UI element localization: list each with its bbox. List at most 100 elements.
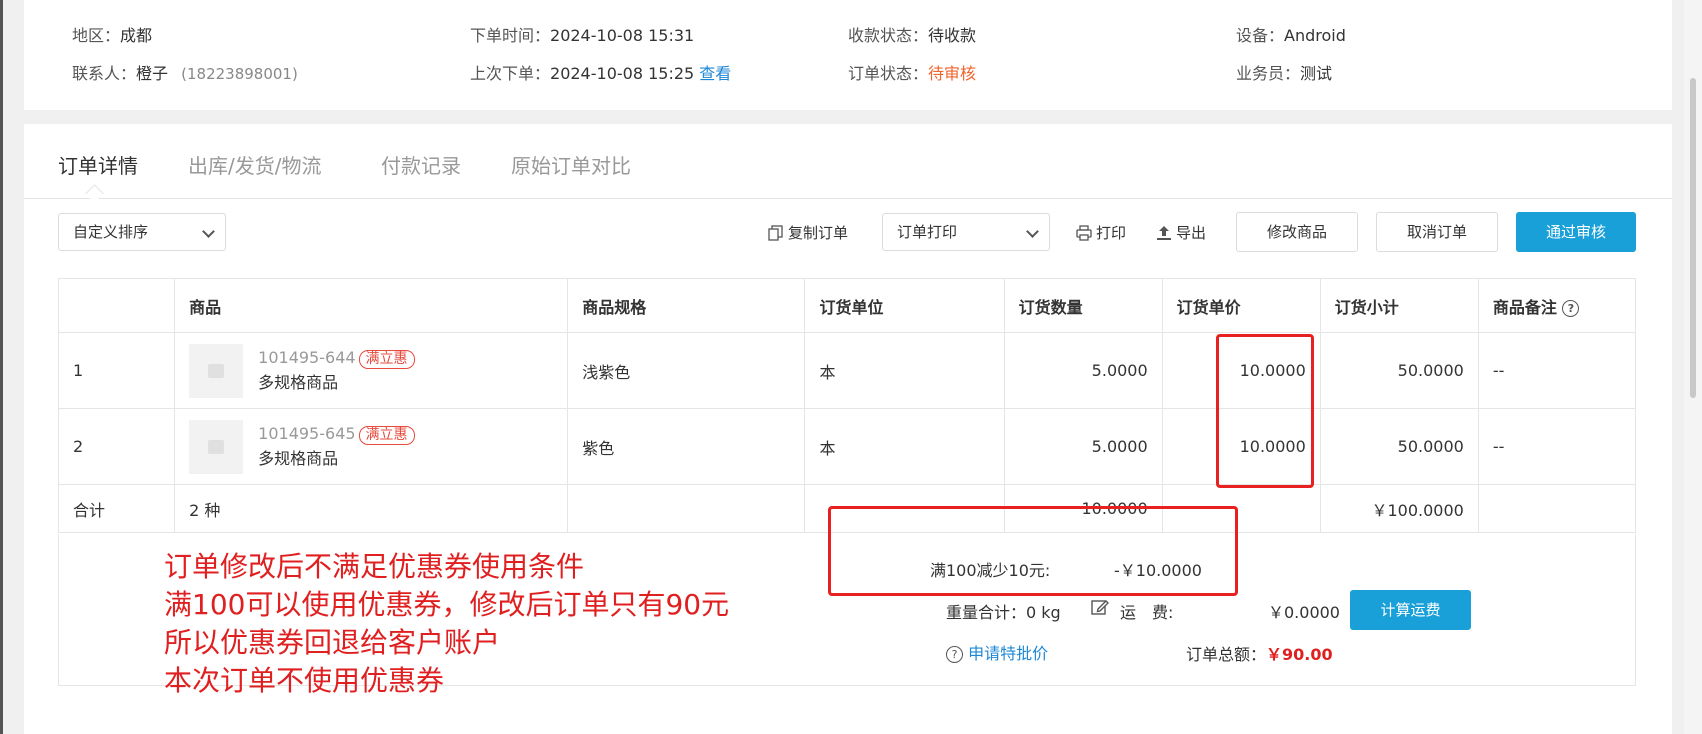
copy-icon [768, 224, 783, 241]
sort-select[interactable]: 自定义排序 [58, 213, 226, 251]
product-name: 多规格商品 [258, 449, 339, 468]
remark-cell: -- [1477, 332, 1637, 409]
modify-goods-button[interactable]: 修改商品 [1236, 212, 1358, 252]
payment-status-value: 待收款 [928, 26, 977, 45]
highlight-unit-price-box [1216, 334, 1314, 488]
unit-cell: 本 [804, 408, 1005, 485]
order-time-field: 下单时间：2024-10-08 15:31 [470, 22, 694, 46]
remark-cell: -- [1477, 408, 1637, 485]
print-label: 打印 [1096, 224, 1127, 242]
device-field: 设备：Android [1236, 22, 1346, 46]
sales-value: 测试 [1300, 64, 1333, 83]
spec-cell: 浅紫色 [567, 332, 806, 409]
sort-select-value: 自定义排序 [73, 223, 149, 241]
weight-total: 重量合计：0 kg [946, 603, 1061, 622]
tab-original-compare[interactable]: 原始订单对比 [511, 150, 631, 179]
order-status-value: 待审核 [928, 64, 977, 83]
print-select-value: 订单打印 [897, 223, 958, 241]
highlight-discount-box [828, 506, 1238, 596]
help-icon: ? [946, 646, 963, 663]
quantity-cell: 5.0000 [1003, 332, 1163, 409]
payment-status-field: 收款状态：待收款 [848, 22, 976, 46]
summary-kinds: 2 种 [174, 484, 569, 533]
order-status-field: 订单状态：待审核 [848, 60, 976, 84]
annotation-line: 订单修改后不满足优惠券使用条件 [164, 550, 585, 583]
quantity-cell: 5.0000 [1003, 408, 1163, 485]
tab-payment-records[interactable]: 付款记录 [381, 150, 461, 179]
order-total-value: ￥90.00 [1266, 645, 1333, 664]
header-product: 商品 [174, 278, 569, 333]
table-row: 1 101495-644 满立惠 多规格商品 浅紫色 本 5.0000 10.00… [57, 332, 1637, 409]
product-cell: 101495-644 满立惠 多规格商品 [174, 332, 569, 409]
approve-button[interactable]: 通过审核 [1516, 212, 1636, 252]
header-quantity: 订货数量 [1003, 278, 1163, 333]
annotation-text: 订单修改后不满足优惠券使用条件 满100可以使用优惠券，修改后订单只有90元 所… [164, 548, 729, 700]
order-status-label: 订单状态： [848, 64, 929, 83]
calculate-freight-button[interactable]: 计算运费 [1350, 590, 1471, 630]
product-code[interactable]: 101495-644 [258, 348, 355, 367]
order-time-label: 下单时间： [470, 26, 551, 45]
row-index: 2 [57, 408, 176, 485]
edit-freight-icon[interactable] [1091, 598, 1109, 620]
contact-value: 橙子 [136, 64, 169, 83]
last-order-label: 上次下单： [470, 64, 551, 83]
export-label: 导出 [1176, 224, 1207, 242]
product-thumbnail[interactable] [189, 419, 244, 474]
annotation-line: 所以优惠券回退给客户账户 [164, 626, 501, 659]
header-remark-label: 商品备注 [1492, 297, 1557, 317]
help-icon[interactable]: ? [1562, 299, 1580, 317]
region-value: 成都 [120, 26, 153, 45]
view-last-order-link[interactable]: 查看 [699, 64, 731, 83]
export-button[interactable]: 导出 [1156, 222, 1206, 243]
special-price-link[interactable]: ? 申请特批价 [946, 640, 1048, 664]
order-time-value: 2024-10-08 15:31 [550, 26, 695, 45]
spec-cell: 紫色 [567, 408, 806, 485]
payment-status-label: 收款状态： [848, 26, 929, 45]
product-cell: 101495-645 满立惠 多规格商品 [174, 408, 569, 485]
tab-order-detail[interactable]: 订单详情 [58, 150, 138, 179]
header-spec: 商品规格 [567, 278, 806, 333]
promo-tag: 满立惠 [358, 350, 415, 369]
table-row: 2 101495-645 满立惠 多规格商品 紫色 本 5.0000 10.000… [57, 408, 1637, 485]
unit-cell: 本 [804, 332, 1005, 409]
contact-field: 联系人：橙子 (18223898001) [72, 60, 298, 84]
chevron-down-icon [202, 225, 215, 238]
summary-label: 合计 [57, 484, 176, 533]
order-items-table: 商品 商品规格 订货单位 订货数量 订货单价 订货小计 商品备注 ? 1 101… [57, 278, 1637, 533]
header-subtotal: 订货小计 [1319, 278, 1479, 333]
contact-label: 联系人： [72, 64, 137, 83]
print-button[interactable]: 打印 [1076, 222, 1126, 243]
summary-subtotal: ￥100.0000 [1319, 484, 1479, 533]
freight-label: 运 费: [1120, 603, 1174, 622]
export-icon [1157, 225, 1171, 240]
copy-order-label: 复制订单 [788, 224, 849, 242]
contact-phone: (18223898001) [181, 65, 298, 83]
sales-label: 业务员： [1236, 64, 1301, 83]
scrollbar-thumb[interactable] [1690, 78, 1696, 398]
printer-icon [1076, 224, 1092, 241]
header-remark: 商品备注 ? [1477, 278, 1637, 333]
header-unit-price: 订货单价 [1161, 278, 1321, 333]
table-header-row: 商品 商品规格 订货单位 订货数量 订货单价 订货小计 商品备注 ? [57, 278, 1637, 333]
tab-shipping[interactable]: 出库/发货/物流 [188, 150, 321, 179]
print-template-select[interactable]: 订单打印 [882, 213, 1050, 251]
last-order-field: 上次下单：2024-10-08 15:25 查看 [470, 60, 731, 84]
product-code[interactable]: 101495-645 [258, 424, 355, 443]
copy-order-button[interactable]: 复制订单 [768, 222, 848, 243]
product-thumbnail[interactable] [189, 343, 244, 398]
chevron-down-icon [1026, 225, 1039, 238]
region-label: 地区： [72, 26, 121, 45]
device-label: 设备： [1236, 26, 1285, 45]
row-index: 1 [57, 332, 176, 409]
promo-tag: 满立惠 [358, 426, 415, 445]
sales-field: 业务员：测试 [1236, 60, 1332, 84]
annotation-line: 本次订单不使用优惠券 [164, 664, 445, 697]
freight-value: ￥0.0000 [1268, 603, 1340, 622]
last-order-value: 2024-10-08 15:25 [550, 64, 695, 83]
window-left-edge [0, 0, 3, 734]
cancel-order-button[interactable]: 取消订单 [1376, 212, 1498, 252]
device-value: Android [1284, 26, 1346, 45]
header-unit: 订货单位 [804, 278, 1005, 333]
active-tab-indicator [85, 184, 104, 203]
product-name: 多规格商品 [258, 373, 339, 392]
